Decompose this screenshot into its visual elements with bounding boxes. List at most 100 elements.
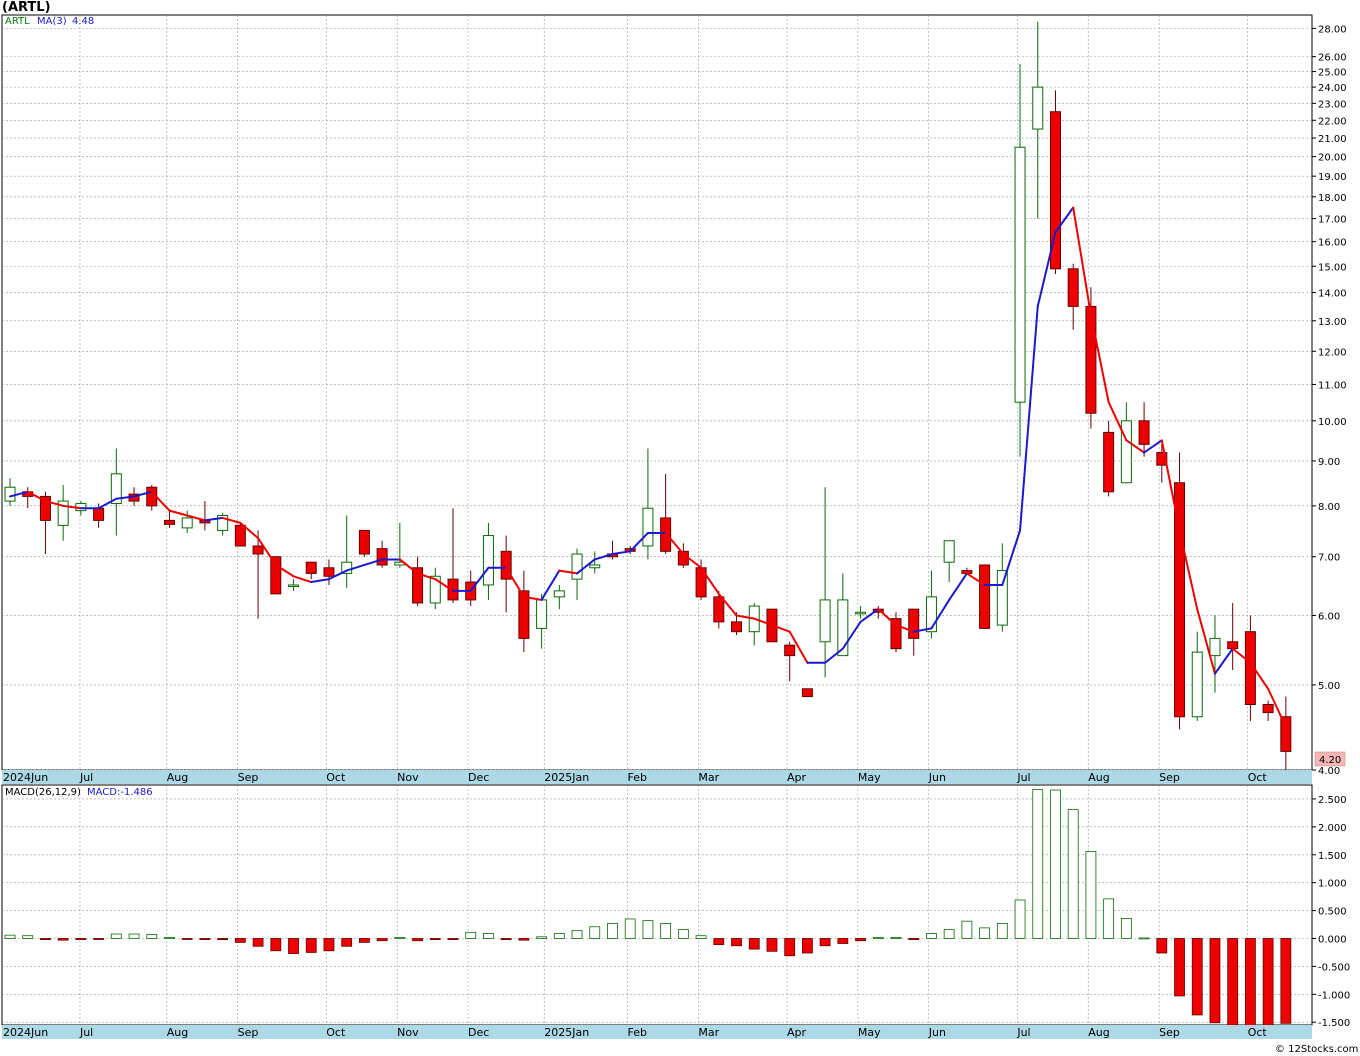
legend-ma-value: 4.48 <box>72 16 94 27</box>
macd-bar <box>465 931 477 939</box>
month-label: Sep <box>1159 1026 1180 1039</box>
macd-bar <box>358 938 370 943</box>
price-tick-label: 26.00 <box>1318 53 1347 64</box>
macd-bar <box>270 938 282 952</box>
month-label: Sep <box>238 1026 259 1039</box>
month-label: Jun <box>928 771 946 784</box>
month-label: 2024Jun <box>3 771 48 784</box>
month-label: Oct <box>1248 1026 1268 1039</box>
macd-bar <box>234 938 246 943</box>
macd-bar <box>93 938 104 940</box>
candle-body <box>4 486 16 502</box>
candle-body <box>642 507 654 547</box>
candle-body <box>1209 637 1221 657</box>
macd-bar <box>217 938 229 941</box>
candle-body <box>1067 268 1079 307</box>
macd-bar <box>802 938 813 954</box>
macd-bar <box>1067 809 1079 939</box>
price-tick-label: 5.00 <box>1318 681 1340 692</box>
macd-bar <box>1032 789 1044 939</box>
price-tick-label: 11.00 <box>1318 380 1347 391</box>
macd-bar <box>128 933 140 939</box>
macd-bar <box>57 938 69 941</box>
macd-bar <box>288 938 299 954</box>
candle-body <box>908 608 920 639</box>
macd-bar <box>677 929 689 939</box>
macd-bar <box>252 938 264 947</box>
macd-tick-label: -0.500 <box>1318 962 1350 973</box>
macd-tick-label: 1.000 <box>1318 879 1347 890</box>
candle-body <box>1120 420 1132 484</box>
macd-bar <box>819 938 831 947</box>
candle-body <box>234 524 246 547</box>
month-label: Aug <box>1088 771 1109 784</box>
candle-body <box>288 584 300 587</box>
price-panel-frame <box>1 14 1313 771</box>
macd-bar <box>1103 898 1115 939</box>
macd-month-bar: 2024Jun Jul Aug Sep Oct Nov Dec 2025Jan Feb Mar Ap… <box>2 1025 1312 1039</box>
month-label: Jul <box>1016 1026 1030 1039</box>
candle-body <box>1014 146 1026 403</box>
macd-bar <box>4 934 16 939</box>
candle-body <box>819 599 831 643</box>
macd-bar <box>872 936 884 939</box>
legend-symbol: ARTL <box>5 16 30 27</box>
macd-tick-label: 0.000 <box>1318 934 1347 945</box>
macd-panel-frame <box>1 784 1313 1026</box>
macd-bar <box>1156 938 1168 954</box>
macd-bar <box>660 923 672 939</box>
candle-body <box>252 545 264 555</box>
price-tick-label: 12.00 <box>1318 347 1347 358</box>
macd-bar <box>748 938 760 950</box>
price-tick-label: 4.00 <box>1318 766 1340 777</box>
macd-bar <box>181 938 193 940</box>
macd-bar <box>75 938 87 941</box>
macd-bar <box>394 936 406 939</box>
price-panel: 4.00 5.00 6.00 7.00 8.00 9.00 10.00 11.00 12.00 1… <box>1 14 1347 777</box>
price-month-bar-bg <box>2 770 1312 784</box>
candle-body <box>571 553 583 580</box>
macd-bar <box>1280 938 1292 1024</box>
candle-body <box>1227 641 1239 650</box>
macd-bar <box>1174 938 1185 997</box>
price-tick-label: 13.00 <box>1318 317 1347 328</box>
candle-body <box>270 556 282 595</box>
price-tick-label: 19.00 <box>1318 172 1347 183</box>
price-tick-label: 22.00 <box>1318 116 1347 127</box>
month-label: Dec <box>468 771 489 784</box>
price-tick-label: 14.00 <box>1318 289 1347 300</box>
macd-bar <box>1120 917 1132 939</box>
chart-title: (ARTL) <box>2 0 51 15</box>
month-label: Jul <box>79 771 93 784</box>
month-label: Feb <box>628 771 647 784</box>
month-label: Apr <box>787 1026 807 1039</box>
macd-bar <box>500 938 512 941</box>
candle-body <box>1138 420 1150 445</box>
month-label: Jul <box>79 1026 93 1039</box>
month-label: Sep <box>1159 771 1180 784</box>
macd-bar <box>961 920 973 939</box>
macd-bar <box>447 938 459 941</box>
month-label: Dec <box>468 1026 489 1039</box>
macd-bar <box>1014 899 1026 939</box>
candle-body <box>482 535 494 586</box>
macd-bar <box>1245 938 1256 1028</box>
legend-ma-label: MA(3) <box>37 16 67 27</box>
macd-bar <box>22 935 34 939</box>
macd-bar <box>483 933 494 939</box>
month-label: Sep <box>238 771 259 784</box>
price-tick-label: 28.00 <box>1318 24 1347 35</box>
price-tick-label: 15.00 <box>1318 262 1347 273</box>
candle-body <box>943 540 955 563</box>
month-label: 2025Jan <box>544 1026 589 1039</box>
macd-bar <box>766 938 778 952</box>
month-label: Jun <box>928 1026 946 1039</box>
price-tick-label: 20.00 <box>1318 153 1347 164</box>
candle-body <box>801 688 813 698</box>
macd-bar <box>784 938 796 957</box>
macd-tick-label: -1.500 <box>1318 1018 1350 1029</box>
macd-tick-label: -1.000 <box>1318 990 1350 1001</box>
macd-bar <box>1138 937 1150 940</box>
macd-bar <box>412 938 423 942</box>
price-tick-label: 10.00 <box>1318 417 1347 428</box>
